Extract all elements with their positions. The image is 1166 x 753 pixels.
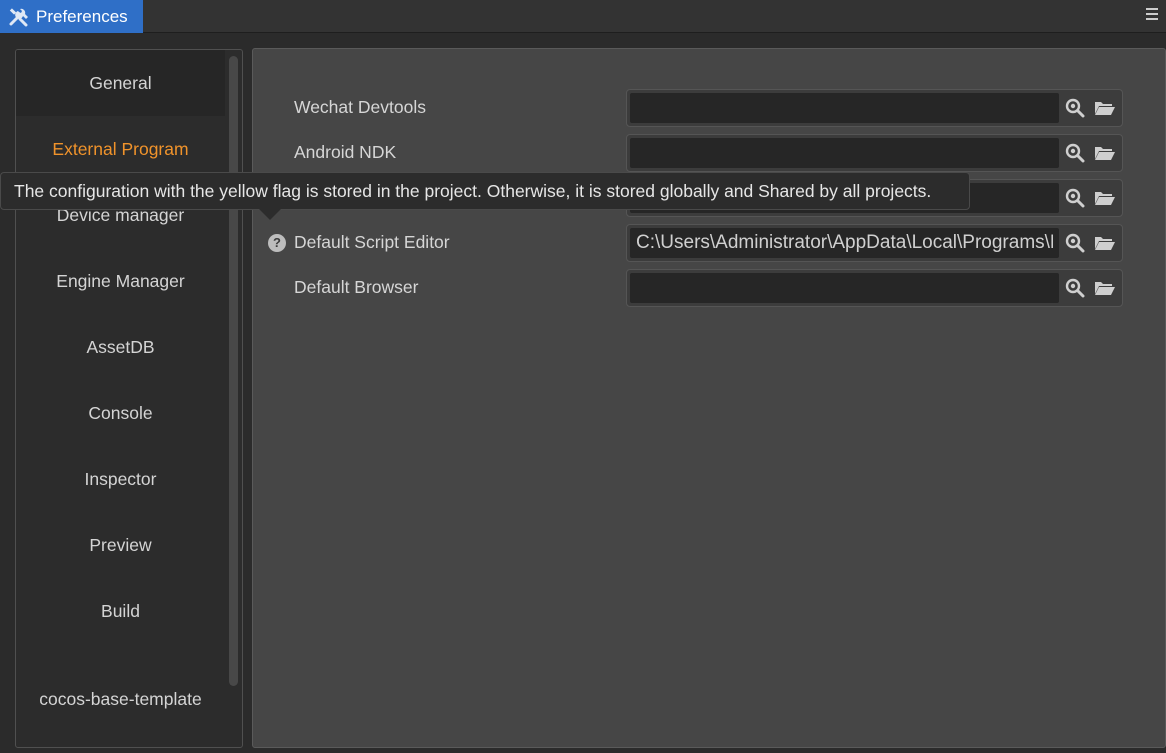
sidebar-item-label: General	[89, 72, 152, 93]
prop-label: Default Script Editor	[294, 232, 450, 252]
path-field	[626, 134, 1123, 172]
folder-open-icon[interactable]	[1094, 278, 1116, 298]
prop-row-wechat-devtools: Wechat Devtools	[253, 89, 1166, 129]
sidebar-item-label: Console	[88, 402, 153, 423]
search-icon[interactable]	[1064, 98, 1086, 118]
sidebar-item-label: External Program	[52, 138, 189, 159]
prop-label: Android NDK	[294, 142, 397, 162]
sidebar-item-assetdb[interactable]: AssetDB	[16, 314, 225, 380]
path-field	[626, 224, 1123, 262]
folder-open-icon[interactable]	[1094, 233, 1116, 253]
folder-open-icon[interactable]	[1094, 143, 1116, 163]
tooltip: The configuration with the yellow flag i…	[0, 172, 970, 220]
sidebar-item-general[interactable]: General	[16, 50, 225, 116]
window-title: Preferences	[36, 6, 128, 26]
default-script-editor-path-input[interactable]	[630, 228, 1059, 258]
wechat-devtools-path-input[interactable]	[630, 93, 1059, 123]
tooltip-arrow	[259, 209, 281, 220]
hamburger-menu-icon[interactable]	[1144, 6, 1160, 22]
prop-row-default-script-editor: ? Default Script Editor	[253, 224, 1166, 264]
sidebar-item-label: Inspector	[84, 468, 157, 489]
search-icon[interactable]	[1064, 233, 1086, 253]
sidebar-item-inspector[interactable]: Inspector	[16, 446, 225, 512]
default-browser-path-input[interactable]	[630, 273, 1059, 303]
sidebar-item-label: Preview	[89, 534, 152, 555]
title-bar: Preferences	[0, 0, 1166, 33]
sidebar-item-cocos-base-template[interactable]: cocos-base-template	[16, 644, 225, 747]
sidebar-item-label: Engine Manager	[56, 270, 185, 291]
sidebar: General External Program Device manager …	[15, 49, 243, 748]
path-field	[626, 269, 1123, 307]
path-field	[626, 89, 1123, 127]
search-icon[interactable]	[1064, 188, 1086, 208]
help-icon[interactable]: ?	[268, 234, 286, 252]
prop-label: Default Browser	[294, 277, 419, 297]
folder-open-icon[interactable]	[1094, 98, 1116, 118]
sidebar-item-label: cocos-base-template	[39, 689, 202, 709]
prop-label: Wechat Devtools	[294, 97, 426, 117]
folder-open-icon[interactable]	[1094, 188, 1116, 208]
search-icon[interactable]	[1064, 143, 1086, 163]
tools-icon	[8, 7, 30, 27]
sidebar-item-console[interactable]: Console	[16, 380, 225, 446]
sidebar-item-preview[interactable]: Preview	[16, 512, 225, 578]
sidebar-list: General External Program Device manager …	[16, 50, 225, 747]
sidebar-item-label: AssetDB	[86, 336, 155, 357]
tooltip-text: The configuration with the yellow flag i…	[14, 181, 932, 201]
prop-row-default-browser: Default Browser	[253, 269, 1166, 309]
sidebar-item-engine-manager[interactable]: Engine Manager	[16, 248, 225, 314]
android-ndk-path-input[interactable]	[630, 138, 1059, 168]
sidebar-item-label: Build	[101, 600, 140, 621]
preferences-tab[interactable]: Preferences	[0, 0, 143, 33]
sidebar-item-build[interactable]: Build	[16, 578, 225, 644]
main-panel: Wechat Devtools Android NDK ? Default Sc…	[252, 48, 1166, 748]
search-icon[interactable]	[1064, 278, 1086, 298]
prop-row-android-ndk: Android NDK	[253, 134, 1166, 174]
sidebar-scrollbar[interactable]	[229, 56, 238, 686]
